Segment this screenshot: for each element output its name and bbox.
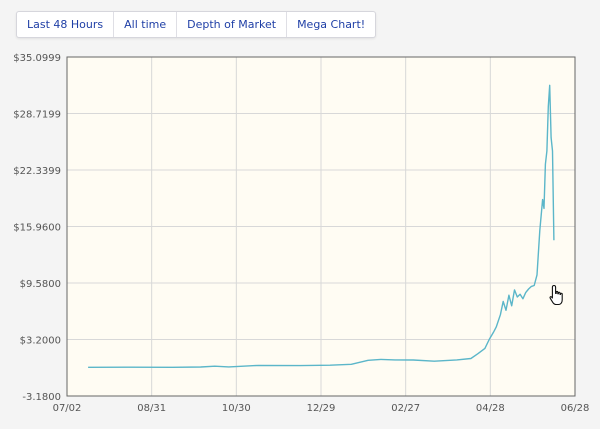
y-tick-label: $15.9600 [13,223,61,234]
x-tick-label: 06/28 [561,403,590,414]
y-axis-labels: -3.1800 $3.2000 $9.5800 $15.9600 $22.3399 $28… [13,53,61,403]
x-tick-label: 04/28 [476,403,505,414]
x-tick-label: 07/02 [53,403,82,414]
x-tick-label: 12/29 [307,403,336,414]
x-tick-label: 02/27 [391,403,420,414]
x-axis-labels: 07/02 08/31 10/30 12/29 02/27 04/28 06/28 [53,403,590,414]
x-tick-label: 08/31 [137,403,166,414]
y-tick-label: $22.3399 [13,166,61,177]
y-tick-label: $3.2000 [20,336,61,347]
y-tick-label: $9.5800 [20,279,61,290]
y-tick-label: $28.7199 [13,110,61,121]
price-chart: -3.1800 $3.2000 $9.5800 $15.9600 $22.3399 $28… [13,53,590,414]
y-tick-label: -3.1800 [22,392,61,403]
x-tick-label: 10/30 [222,403,251,414]
hand-pointer-icon [549,284,563,306]
y-tick-label: $35.0999 [13,53,61,64]
